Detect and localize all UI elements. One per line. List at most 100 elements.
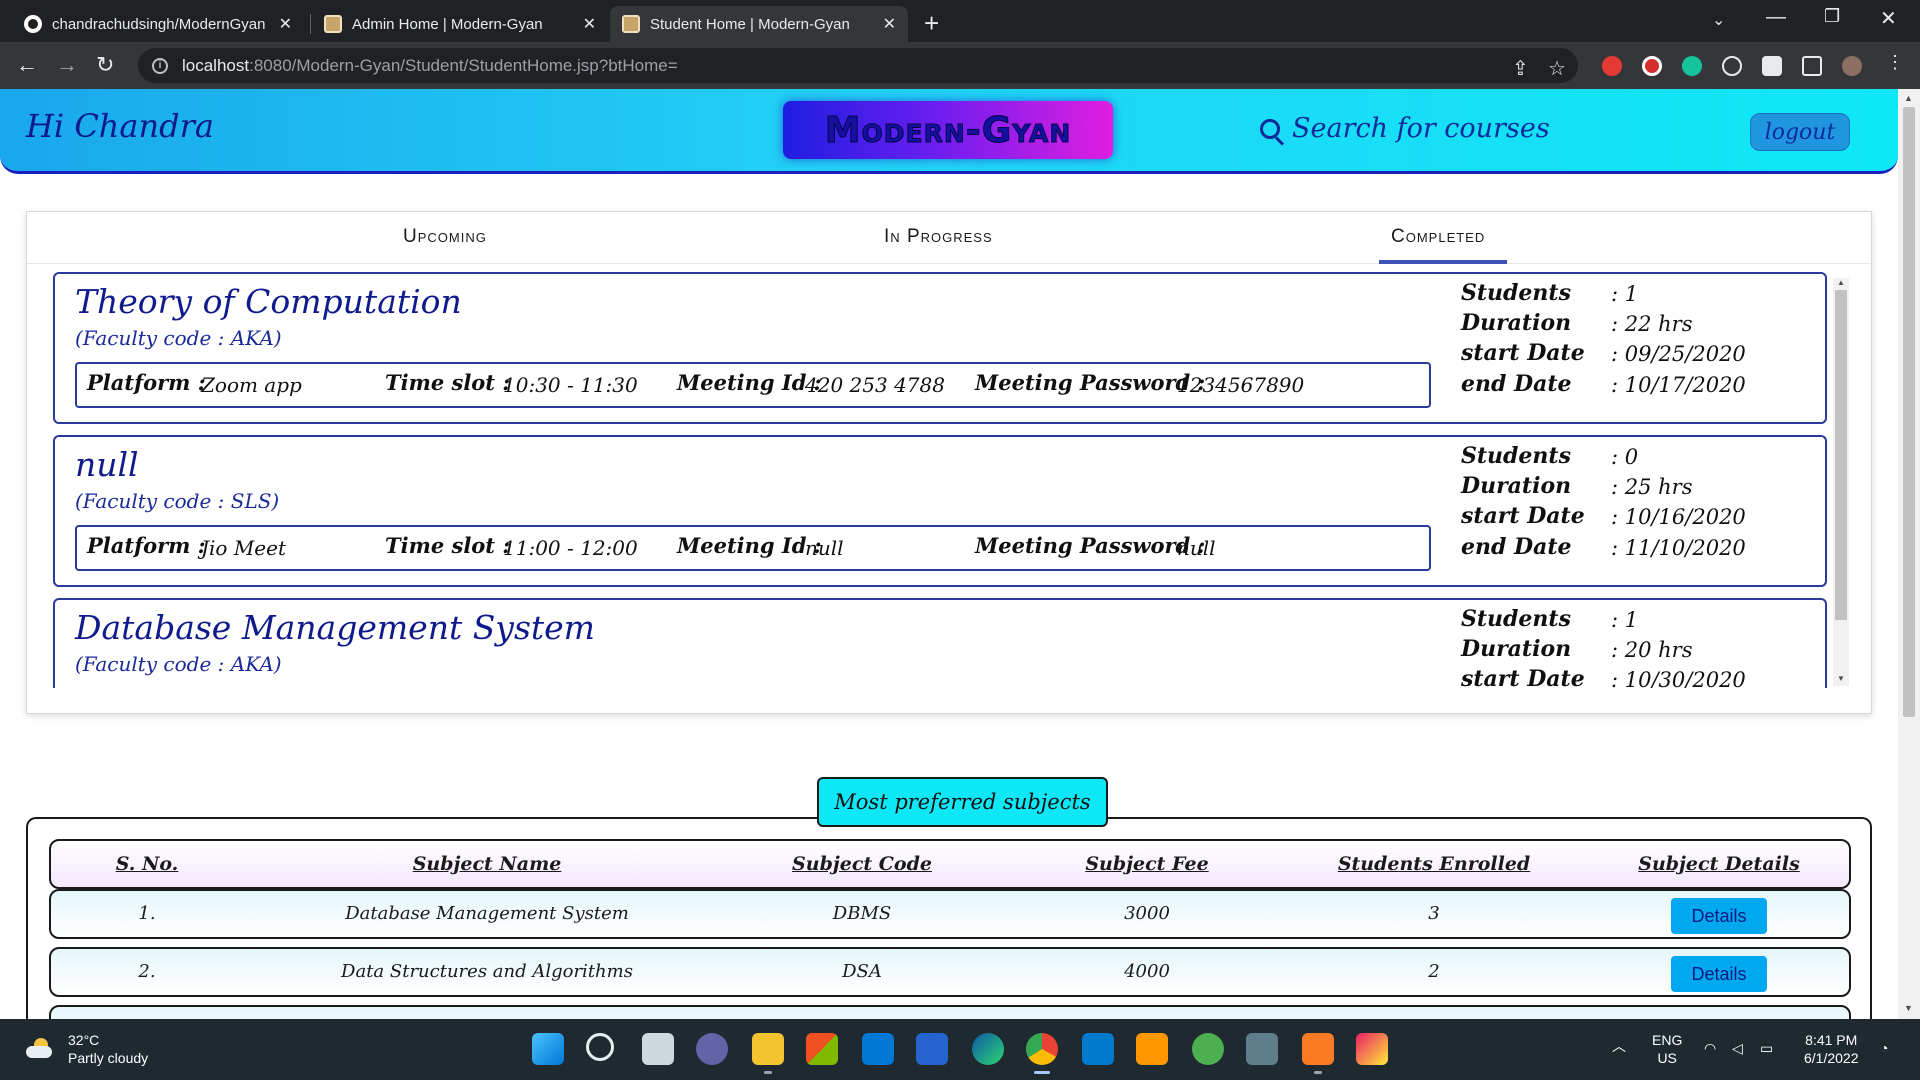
- column-header: Subject Code: [792, 853, 932, 875]
- browser-tab-admin-home[interactable]: Admin Home | Modern-Gyan ✕: [312, 6, 608, 42]
- language-indicator[interactable]: ENG US: [1652, 1031, 1682, 1067]
- column-header: Subject Fee: [1085, 853, 1209, 875]
- grammarly-icon[interactable]: [1682, 56, 1702, 76]
- students-value: : 0: [1611, 445, 1639, 469]
- start-date-label: start Date: [1461, 340, 1585, 366]
- scroll-up-icon[interactable]: ▲: [1837, 278, 1845, 287]
- search-courses-link[interactable]: Search for courses: [1260, 113, 1550, 144]
- tab-upcoming[interactable]: Upcoming: [403, 226, 487, 248]
- windows-start-icon[interactable]: [532, 1033, 564, 1065]
- scroll-down-icon[interactable]: ▼: [1837, 674, 1845, 683]
- notifications-icon[interactable]: ◔: [1880, 1039, 1888, 1057]
- course-list-scrollbar[interactable]: ▲ ▼: [1833, 278, 1849, 686]
- brand-logo[interactable]: Modern-Gyan: [783, 101, 1113, 159]
- url-input[interactable]: i localhost:8080/Modern-Gyan/Student/Stu…: [138, 48, 1578, 83]
- chrome-icon[interactable]: [1026, 1033, 1058, 1065]
- weather-widget[interactable]: 32°C Partly cloudy: [24, 1031, 148, 1067]
- students-label: Students: [1461, 606, 1571, 632]
- scrollbar-thumb[interactable]: [1903, 107, 1915, 717]
- browser-tab-student-home[interactable]: Student Home | Modern-Gyan ✕: [610, 6, 908, 42]
- course-card: Database Management System (Faculty code…: [53, 598, 1827, 688]
- extension-icon[interactable]: [1642, 56, 1662, 76]
- page-content: Hi Chandra Modern-Gyan Search for course…: [0, 89, 1898, 1019]
- task-view-icon[interactable]: [642, 1033, 674, 1065]
- tab-completed[interactable]: Completed: [1391, 226, 1485, 248]
- meeting-password-value: 1234567890: [1177, 373, 1305, 397]
- tab-title: Student Home | Modern-Gyan: [650, 15, 850, 33]
- greeting: Hi Chandra: [26, 107, 214, 145]
- close-window-icon[interactable]: ✕: [1880, 6, 1897, 31]
- side-panel-icon[interactable]: [1802, 56, 1822, 76]
- details-button[interactable]: Details: [1671, 956, 1767, 992]
- teams-chat-icon[interactable]: [696, 1033, 728, 1065]
- search-label: Search for courses: [1292, 113, 1550, 144]
- microsoft-store-icon[interactable]: [806, 1033, 838, 1065]
- minimize-icon[interactable]: —: [1766, 6, 1786, 29]
- meeting-id-value: 420 253 4788: [805, 373, 945, 397]
- scroll-down-icon[interactable]: ▼: [1904, 1003, 1913, 1013]
- avatar[interactable]: [1842, 56, 1862, 76]
- table-row: 2. Data Structures and Algorithms DSA 40…: [49, 947, 1851, 997]
- react-devtools-icon[interactable]: [1722, 56, 1742, 76]
- todo-icon[interactable]: [916, 1033, 948, 1065]
- column-header: Students Enrolled: [1337, 853, 1531, 875]
- file-explorer-icon[interactable]: [752, 1033, 784, 1065]
- page-scrollbar[interactable]: ▲ ▼: [1898, 89, 1920, 1019]
- reload-icon[interactable]: ↻: [96, 52, 114, 78]
- url-text: localhost:8080/Modern-Gyan/Student/Stude…: [182, 55, 678, 75]
- end-date-value: : 11/10/2020: [1611, 536, 1746, 560]
- close-icon[interactable]: ✕: [583, 14, 596, 34]
- calculator-icon[interactable]: [1246, 1033, 1278, 1065]
- logout-button[interactable]: logout: [1750, 113, 1850, 151]
- vscode-icon[interactable]: [1082, 1033, 1114, 1065]
- subject-code-cell: DBMS: [832, 903, 892, 924]
- platform-label: Platform :: [87, 370, 206, 395]
- scroll-up-icon[interactable]: ▲: [1904, 93, 1913, 103]
- search-icon[interactable]: [586, 1033, 614, 1061]
- details-button[interactable]: Details: [1671, 898, 1767, 934]
- back-icon[interactable]: ←: [16, 52, 38, 78]
- new-tab-icon[interactable]: +: [924, 8, 939, 39]
- volume-icon[interactable]: ◁: [1732, 1039, 1743, 1057]
- tab-in-progress[interactable]: In Progress: [884, 226, 993, 248]
- color-picker-icon[interactable]: [1356, 1033, 1388, 1065]
- atom-icon[interactable]: [1192, 1033, 1224, 1065]
- mail-icon[interactable]: [862, 1033, 894, 1065]
- end-date-label: end Date: [1461, 534, 1572, 560]
- edge-icon[interactable]: [972, 1033, 1004, 1065]
- info-icon[interactable]: i: [152, 57, 168, 74]
- course-title: Theory of Computation: [75, 282, 462, 321]
- subject-name-cell: Data Structures and Algorithms: [341, 961, 633, 982]
- clock[interactable]: 8:41 PM 6/1/2022: [1804, 1031, 1859, 1067]
- students-enrolled-cell: 2: [1428, 961, 1440, 982]
- extension-icon[interactable]: [1602, 56, 1622, 76]
- xampp-icon[interactable]: [1302, 1033, 1334, 1065]
- close-icon[interactable]: ✕: [883, 14, 896, 34]
- search-icon: [1260, 118, 1280, 139]
- students-label: Students: [1461, 443, 1571, 469]
- browser-tab-bar: chandrachudsingh/ModernGyan ✕ Admin Home…: [0, 0, 1920, 42]
- subjects-table-header: S. No. Subject Name Subject Code Subject…: [49, 839, 1851, 889]
- menu-kebab-icon[interactable]: ⋮: [1886, 52, 1906, 72]
- close-icon[interactable]: ✕: [279, 14, 292, 34]
- battery-icon[interactable]: ▭: [1760, 1039, 1773, 1057]
- bookmark-star-icon[interactable]: ☆: [1548, 56, 1566, 81]
- browser-tab-github[interactable]: chandrachudsingh/ModernGyan ✕: [12, 6, 304, 42]
- forward-icon[interactable]: →: [56, 52, 78, 78]
- chevron-up-icon[interactable]: ︿: [1612, 1037, 1626, 1055]
- maximize-icon[interactable]: ❐: [1824, 6, 1840, 27]
- students-value: : 1: [1611, 608, 1639, 632]
- course-title: Database Management System: [75, 608, 595, 647]
- sublime-text-icon[interactable]: [1136, 1033, 1168, 1065]
- tab-title: Admin Home | Modern-Gyan: [352, 15, 543, 33]
- platform-label: Platform :: [87, 533, 206, 558]
- scrollbar-thumb[interactable]: [1835, 290, 1847, 620]
- site-icon: [324, 15, 342, 33]
- extensions-puzzle-icon[interactable]: [1762, 56, 1782, 76]
- tab-search-icon[interactable]: ⌄: [1712, 10, 1725, 30]
- time-slot-value: 10:30 - 11:30: [503, 373, 638, 397]
- share-icon[interactable]: ⇪: [1512, 56, 1529, 81]
- course-card: null (Faculty code : SLS) Platform : Jio…: [53, 435, 1827, 587]
- wifi-icon[interactable]: ◠: [1704, 1039, 1716, 1057]
- running-indicator: [1314, 1071, 1322, 1074]
